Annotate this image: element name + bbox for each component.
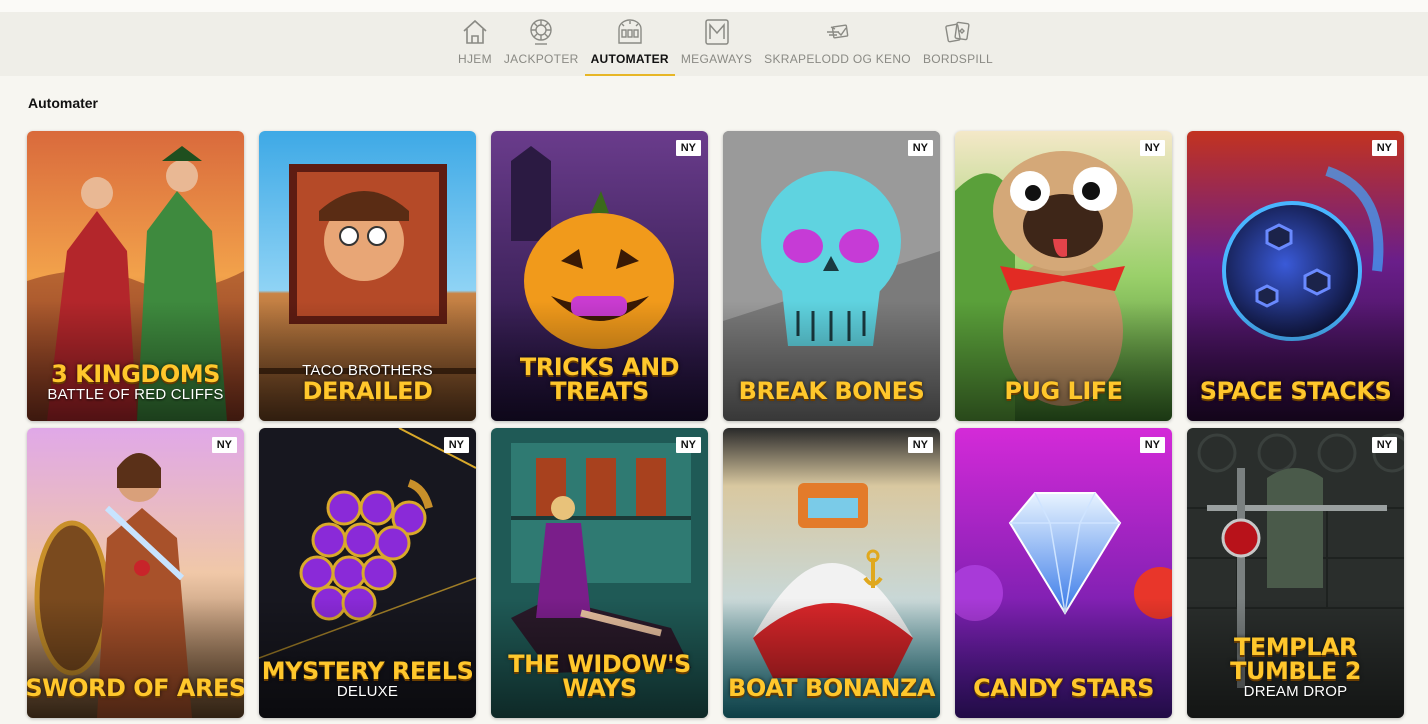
game-title: 3 KINGDOMS BATTLE OF RED CLIFFS <box>27 362 244 403</box>
nav-tab-jackpots[interactable]: JACKPOTER <box>498 12 585 76</box>
game-name-line-2: TREATS <box>550 377 649 405</box>
game-tile-candy-stars[interactable]: NY CANDY STARS <box>955 428 1172 718</box>
game-title: THE WIDOW'S WAYS <box>491 652 708 700</box>
game-tile-3-kingdoms[interactable]: 3 KINGDOMS BATTLE OF RED CLIFFS <box>27 131 244 421</box>
nav-tab-label: JACKPOTER <box>503 52 579 66</box>
game-tile-break-bones[interactable]: NY BREAK BONES <box>723 131 940 421</box>
nav-tab-slots[interactable]: AUTOMATER <box>584 12 676 76</box>
game-tile-sword-of-ares[interactable]: NY SWORD OF ARES <box>27 428 244 718</box>
game-tile-boat-bonanza[interactable]: NY BOAT BONANZA <box>723 428 940 718</box>
game-title: TEMPLAR TUMBLE 2 DREAM DROP <box>1187 635 1404 700</box>
new-badge: NY <box>443 437 469 453</box>
top-strip <box>0 0 1428 12</box>
category-nav: HJEM JACKPOTER AUTOMATER MEGAWAYS SKRAPE… <box>0 12 1428 76</box>
game-title: MYSTERY REELS DELUXE <box>259 659 476 700</box>
game-tile-pug-life[interactable]: NY PUG LIFE <box>955 131 1172 421</box>
section-title: Automater <box>28 95 99 111</box>
game-title: BOAT BONANZA <box>723 676 940 700</box>
new-badge: NY <box>211 437 237 453</box>
game-name: PUG LIFE <box>1004 377 1123 405</box>
game-title: SWORD OF ARES <box>27 676 244 700</box>
game-subtitle: DELUXE <box>336 683 399 700</box>
game-tile-templar-tumble-2[interactable]: NY TEMPLAR TUMBLE 2 DREAM DROP <box>1187 428 1404 718</box>
home-icon <box>463 19 487 44</box>
new-badge: NY <box>1139 140 1165 156</box>
game-subtitle: DREAM DROP <box>1243 683 1348 700</box>
game-name: TRICKS AND <box>519 353 680 381</box>
nav-tab-label: AUTOMATER <box>590 52 669 66</box>
nav-tab-home[interactable]: HJEM <box>452 12 498 76</box>
nav-tab-label: HJEM <box>458 52 492 66</box>
playing-cards-icon <box>945 21 970 43</box>
game-name: 3 KINGDOMS <box>51 360 220 388</box>
game-title: PUG LIFE <box>955 379 1172 403</box>
game-name: SWORD OF ARES <box>27 674 244 702</box>
game-name: DERAILED <box>302 377 433 405</box>
game-subtitle: BATTLE OF RED CLIFFS <box>47 386 224 403</box>
game-title: BREAK BONES <box>723 379 940 403</box>
game-title: TRICKS AND TREATS <box>491 355 708 403</box>
new-badge: NY <box>1371 140 1397 156</box>
nav-tab-megaways[interactable]: MEGAWAYS <box>675 12 758 76</box>
game-name: CANDY STARS <box>973 674 1154 702</box>
nav-tab-scratch-keno[interactable]: SKRAPELODD OG KENO <box>758 12 917 76</box>
megaways-icon <box>704 19 729 45</box>
game-tile-the-widows-ways[interactable]: NY THE WIDOW'S WAYS <box>491 428 708 718</box>
game-name: BREAK BONES <box>738 377 925 405</box>
game-name: TEMPLAR <box>1233 633 1358 661</box>
game-title: SPACE STACKS <box>1187 379 1404 403</box>
category-nav-items: HJEM JACKPOTER AUTOMATER MEGAWAYS SKRAPE… <box>452 12 999 76</box>
jackpot-wheel-icon <box>530 19 552 45</box>
game-tile-tricks-and-treats[interactable]: NY TRICKS AND TREATS <box>491 131 708 421</box>
game-name: SPACE STACKS <box>1199 377 1392 405</box>
new-badge: NY <box>907 140 933 156</box>
new-badge: NY <box>907 437 933 453</box>
nav-tab-table-games[interactable]: BORDSPILL <box>917 12 999 76</box>
game-tile-mystery-reels-deluxe[interactable]: NY MYSTERY REELS DELUXE <box>259 428 476 718</box>
new-badge: NY <box>675 437 701 453</box>
nav-tab-label: SKRAPELODD OG KENO <box>764 52 911 66</box>
scratch-card-icon <box>826 24 848 39</box>
game-title: TACO BROTHERS DERAILED <box>259 362 476 403</box>
slot-machine-icon <box>618 19 642 44</box>
game-grid: 3 KINGDOMS BATTLE OF RED CLIFFS TACO BRO… <box>27 131 1404 718</box>
nav-tab-label: BORDSPILL <box>922 52 993 66</box>
game-tile-taco-brothers-derailed[interactable]: TACO BROTHERS DERAILED <box>259 131 476 421</box>
game-name: MYSTERY REELS <box>261 657 474 685</box>
new-badge: NY <box>1139 437 1165 453</box>
game-name-line-2: TUMBLE 2 <box>1230 657 1361 685</box>
new-badge: NY <box>1371 437 1397 453</box>
game-tile-space-stacks[interactable]: NY SPACE STACKS <box>1187 131 1404 421</box>
game-name: THE WIDOW'S <box>508 650 691 678</box>
game-name: BOAT BONANZA <box>728 674 935 702</box>
game-name-line-2: WAYS <box>562 674 637 702</box>
new-badge: NY <box>675 140 701 156</box>
game-title: CANDY STARS <box>955 676 1172 700</box>
nav-tab-label: MEGAWAYS <box>680 52 753 66</box>
